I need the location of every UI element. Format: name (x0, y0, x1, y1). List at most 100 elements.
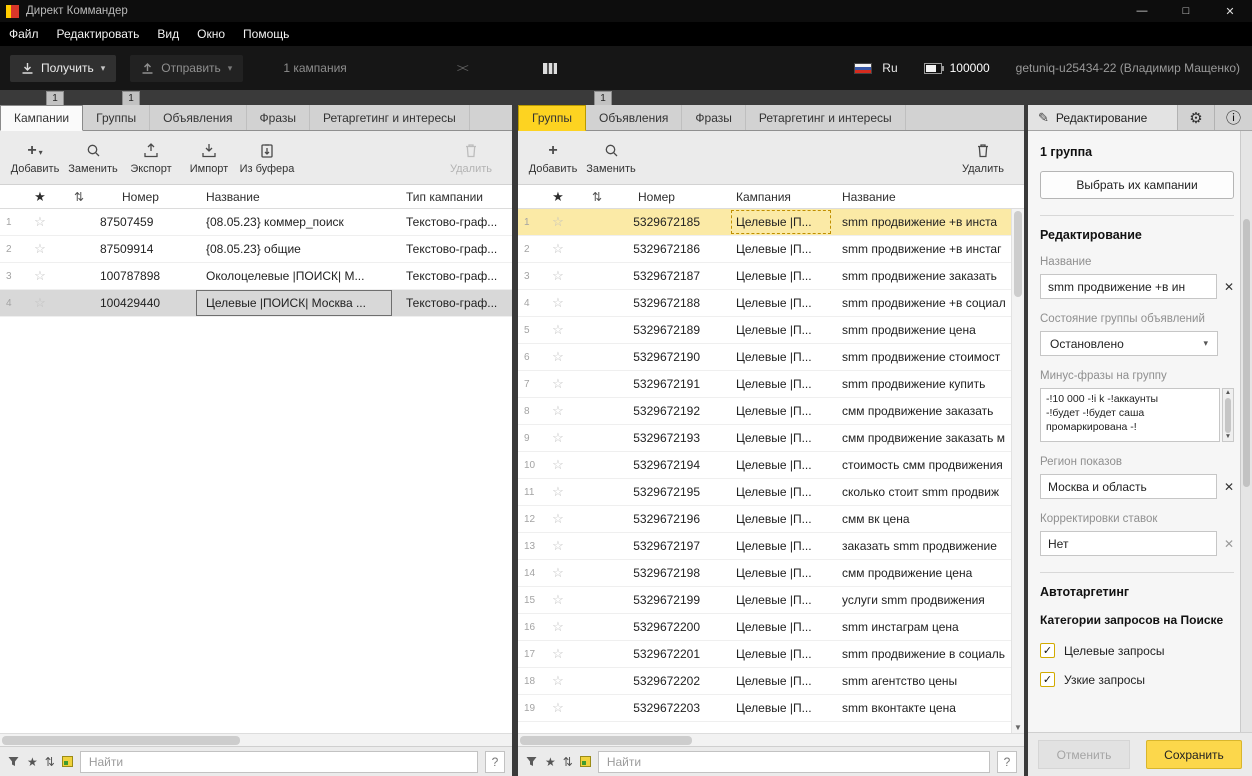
star-toggle[interactable]: ☆ (540, 376, 576, 392)
cancel-button[interactable]: Отменить (1038, 740, 1130, 769)
search-input[interactable] (79, 750, 478, 773)
menu-item[interactable]: Помощь (234, 27, 298, 41)
tab[interactable]: Фразы (682, 105, 746, 130)
star-toggle[interactable]: ☆ (540, 700, 576, 716)
scrollbar-thumb[interactable] (520, 736, 692, 745)
star-toggle[interactable]: ☆ (22, 214, 58, 230)
table-row[interactable]: 2 ☆ 5329672186 Целевые |П... smm продвиж… (518, 236, 1024, 263)
import-button[interactable]: Импорт (180, 142, 238, 175)
minimize-button[interactable]: — (1120, 0, 1164, 22)
scroll-up-icon[interactable]: ▲ (1225, 389, 1231, 397)
help-button[interactable]: ? (997, 750, 1017, 773)
export-button[interactable]: Экспорт (122, 142, 180, 175)
filter-funnel-icon[interactable] (525, 755, 538, 768)
tab-editing[interactable]: ✎ Редактирование (1028, 105, 1178, 130)
table-row[interactable]: 1 ☆ 5329672185 Целевые |П... smm продвиж… (518, 209, 1024, 236)
table-row[interactable]: 6 ☆ 5329672190 Целевые |П... smm продвиж… (518, 344, 1024, 371)
scrollbar-thumb[interactable] (2, 736, 240, 745)
star-toggle[interactable]: ☆ (540, 457, 576, 473)
maximize-button[interactable]: □ (1164, 0, 1208, 22)
vertical-scrollbar[interactable]: ▼ (1011, 209, 1024, 733)
star-toggle[interactable]: ☆ (540, 241, 576, 257)
replace-button[interactable]: Заменить (582, 142, 640, 175)
table-row[interactable]: 14 ☆ 5329672198 Целевые |П... смм продви… (518, 560, 1024, 587)
star-toggle[interactable]: ☆ (540, 565, 576, 581)
scrollbar-thumb[interactable] (1243, 219, 1250, 487)
sort-filter-icon[interactable]: ⇅ (563, 755, 573, 769)
tab[interactable]: Объявления (586, 105, 683, 130)
table-row[interactable]: 8 ☆ 5329672192 Целевые |П... смм продвиж… (518, 398, 1024, 425)
star-column-header[interactable]: ★ (22, 189, 58, 205)
add-button[interactable]: + Добавить (524, 142, 582, 175)
star-toggle[interactable]: ☆ (540, 646, 576, 662)
vertical-scrollbar[interactable] (1240, 131, 1252, 732)
horizontal-scrollbar[interactable] (0, 733, 512, 746)
column-header-number[interactable]: Номер (618, 190, 730, 204)
sort-column-header[interactable]: ⇅ (58, 190, 100, 204)
tab[interactable]: Ретаргетинг и интересы (310, 105, 470, 130)
table-row[interactable]: 18 ☆ 5329672202 Целевые |П... smm агентс… (518, 668, 1024, 695)
table-row[interactable]: 13 ☆ 5329672197 Целевые |П... заказать s… (518, 533, 1024, 560)
table-row[interactable]: 4 ☆ 5329672188 Целевые |П... smm продвиж… (518, 290, 1024, 317)
column-header-name[interactable]: Название (832, 190, 1024, 204)
column-header-campaign[interactable]: Кампания (730, 190, 832, 204)
star-toggle[interactable]: ☆ (540, 214, 576, 230)
scrollbar-thumb[interactable] (1225, 397, 1231, 433)
menu-item[interactable]: Окно (188, 27, 234, 41)
checkbox-row[interactable]: ✓ Целевые запросы (1040, 643, 1234, 658)
table-row[interactable]: 9 ☆ 5329672193 Целевые |П... смм продвиж… (518, 425, 1024, 452)
bid-adjustments-field[interactable] (1040, 531, 1217, 556)
clear-icon[interactable]: ✕ (1224, 281, 1234, 293)
checkbox-checked-icon[interactable]: ✓ (1040, 672, 1055, 687)
sort-filter-icon[interactable]: ⇅ (45, 755, 55, 769)
scroll-down-icon[interactable]: ▼ (1225, 433, 1231, 441)
send-button[interactable]: Отправить ▾ (130, 54, 244, 82)
scrollbar-thumb[interactable] (1014, 211, 1022, 297)
star-toggle[interactable]: ☆ (540, 403, 576, 419)
table-row[interactable]: 1 ☆ 87507459 {08.05.23} коммер_поиск Тек… (0, 209, 512, 236)
star-toggle[interactable]: ☆ (540, 349, 576, 365)
table-row[interactable]: 3 ☆ 5329672187 Целевые |П... smm продвиж… (518, 263, 1024, 290)
state-select[interactable]: Остановлено ▾ (1040, 331, 1218, 356)
get-button[interactable]: Получить ▾ (10, 54, 117, 82)
minus-phrases-field[interactable]: -!10 000 -!i k -!аккаунты -!будет -!буде… (1040, 388, 1220, 442)
tab[interactable]: Фразы (247, 105, 310, 130)
tab[interactable]: Группы (518, 105, 586, 131)
paste-from-buffer-button[interactable]: Из буфера (238, 142, 296, 175)
star-filter-icon[interactable]: ★ (545, 755, 556, 769)
column-header-name[interactable]: Название (196, 190, 392, 204)
tab[interactable]: Группы (83, 105, 151, 130)
delete-button[interactable]: Удалить (954, 142, 1012, 175)
star-toggle[interactable]: ☆ (540, 673, 576, 689)
scroll-down-icon[interactable]: ▼ (1012, 723, 1024, 732)
color-filter-icon[interactable] (61, 756, 73, 767)
star-column-header[interactable]: ★ (540, 189, 576, 205)
star-toggle[interactable]: ☆ (540, 538, 576, 554)
table-row[interactable]: 12 ☆ 5329672196 Целевые |П... смм вк цен… (518, 506, 1024, 533)
search-input[interactable] (597, 750, 990, 773)
star-toggle[interactable]: ☆ (22, 241, 58, 257)
star-toggle[interactable]: ☆ (540, 322, 576, 338)
tab[interactable]: Ретаргетинг и интересы (746, 105, 906, 130)
delete-button[interactable]: Удалить (442, 142, 500, 175)
tab[interactable]: Объявления (150, 105, 247, 130)
star-toggle[interactable]: ☆ (540, 511, 576, 527)
star-toggle[interactable]: ☆ (540, 592, 576, 608)
textarea-scrollbar[interactable]: ▲ ▼ (1222, 388, 1234, 442)
sort-column-header[interactable]: ⇅ (576, 190, 618, 204)
star-toggle[interactable]: ☆ (22, 268, 58, 284)
column-header-type[interactable]: Тип кампании (392, 190, 512, 204)
horizontal-scrollbar[interactable] (518, 733, 1024, 746)
info-icon[interactable]: ⓘ (1215, 105, 1252, 130)
checkbox-checked-icon[interactable]: ✓ (1040, 643, 1055, 658)
layout-columns-icon[interactable] (542, 62, 558, 75)
star-filter-icon[interactable]: ★ (27, 755, 38, 769)
table-row[interactable]: 4 ☆ 100429440 Целевые |ПОИСК| Москва ...… (0, 290, 512, 317)
star-toggle[interactable]: ☆ (540, 430, 576, 446)
color-filter-icon[interactable] (579, 756, 591, 767)
gear-icon[interactable]: ⚙ (1178, 105, 1215, 130)
table-row[interactable]: 3 ☆ 100787898 Околоцелевые |ПОИСК| М... … (0, 263, 512, 290)
table-row[interactable]: 15 ☆ 5329672199 Целевые |П... услуги smm… (518, 587, 1024, 614)
menu-item[interactable]: Вид (148, 27, 188, 41)
star-toggle[interactable]: ☆ (540, 268, 576, 284)
